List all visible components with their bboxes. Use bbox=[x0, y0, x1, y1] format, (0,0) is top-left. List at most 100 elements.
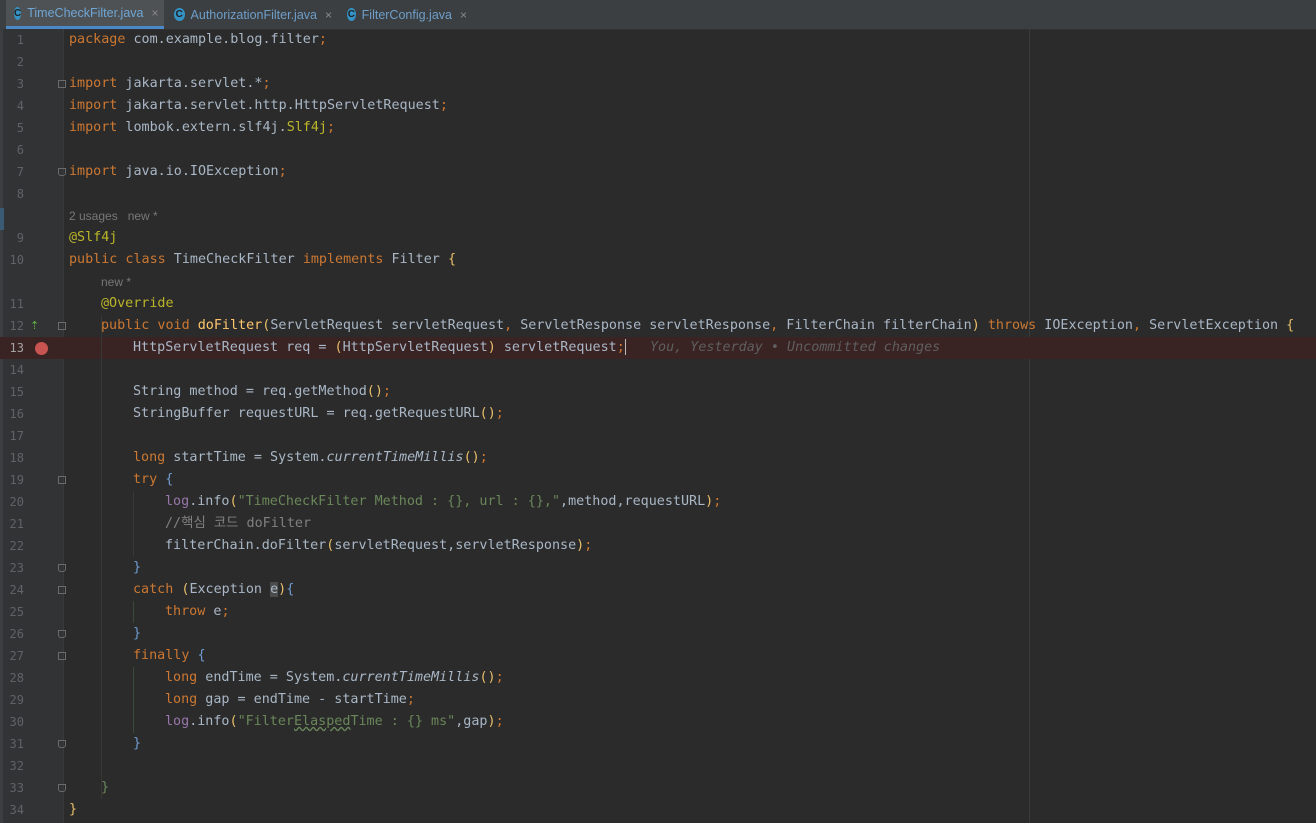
code-text: ServletResponse servletResponse bbox=[512, 318, 771, 333]
code-line[interactable]: long startTime = System.currentTimeMilli… bbox=[0, 447, 1316, 469]
semicolon: ; bbox=[616, 340, 625, 355]
semicolon: ; bbox=[327, 120, 336, 135]
semicolon: ; bbox=[262, 76, 271, 91]
tab-label: TimeCheckFilter.java bbox=[27, 6, 144, 20]
line-number[interactable]: 14 bbox=[0, 359, 24, 381]
code-line[interactable]: package com.example.blog.filter; bbox=[0, 29, 1316, 51]
annotation: @Override bbox=[101, 296, 174, 311]
line-number[interactable]: 6 bbox=[0, 139, 24, 161]
annotation: @Slf4j bbox=[69, 230, 118, 245]
line-number[interactable]: 8 bbox=[0, 183, 24, 205]
code-text: jakarta.servlet.* bbox=[117, 76, 263, 91]
tab-timecheckfilter[interactable]: C TimeCheckFilter.java × bbox=[6, 0, 164, 29]
keyword: throw bbox=[165, 604, 206, 619]
code-text: HttpServletRequest req = bbox=[133, 340, 335, 355]
code-text: String method = req.getMethod bbox=[133, 384, 367, 399]
code-text: ServletException bbox=[1141, 318, 1287, 333]
code-line[interactable]: HttpServletRequest req = (HttpServletReq… bbox=[0, 337, 1316, 359]
keyword: import bbox=[69, 76, 118, 91]
semicolon: ; bbox=[584, 538, 593, 553]
keyword: long bbox=[165, 692, 198, 707]
field: log bbox=[165, 494, 190, 509]
keyword: import bbox=[69, 164, 118, 179]
code-text: servletRequest,servletResponse bbox=[334, 538, 577, 553]
tab-authorizationfilter[interactable]: C AuthorizationFilter.java × bbox=[166, 0, 340, 29]
code-line[interactable]: throw e; bbox=[0, 601, 1316, 623]
code-text: com.example.blog.filter bbox=[125, 32, 319, 47]
code-line[interactable]: import jakarta.servlet.http.HttpServletR… bbox=[0, 95, 1316, 117]
code-line[interactable]: log.info("TimeCheckFilter Method : {}, u… bbox=[0, 491, 1316, 513]
code-text: e bbox=[270, 582, 279, 597]
code-text: gap = endTime - startTime bbox=[197, 692, 407, 707]
code-text: e bbox=[205, 604, 222, 619]
code-text: Exception bbox=[189, 582, 271, 597]
code-text: jakarta.servlet.http.HttpServletRequest bbox=[117, 98, 440, 113]
keyword: import bbox=[69, 98, 118, 113]
semicolon: ; bbox=[439, 98, 448, 113]
code-line[interactable]: log.info("FilterElaspedTime : {} ms",gap… bbox=[0, 711, 1316, 733]
code-line[interactable]: try { bbox=[0, 469, 1316, 491]
code-line[interactable]: filterChain.doFilter(servletRequest,serv… bbox=[0, 535, 1316, 557]
java-class-icon: C bbox=[174, 8, 185, 21]
close-tab-icon[interactable]: × bbox=[151, 6, 158, 20]
code-text: servletRequest bbox=[495, 340, 617, 355]
code-line[interactable]: @Override bbox=[0, 293, 1316, 315]
code-line[interactable]: public void doFilter(ServletRequest serv… bbox=[0, 315, 1316, 337]
code-text: HttpServletRequest bbox=[342, 340, 488, 355]
line-number[interactable]: 2 bbox=[0, 51, 24, 73]
typo-underline: Elasped bbox=[294, 714, 351, 729]
code-text: IOException bbox=[1036, 318, 1133, 333]
code-line[interactable]: //핵심 코드 doFilter bbox=[0, 513, 1316, 535]
code-line[interactable]: } bbox=[0, 799, 1316, 821]
line-number[interactable]: 32 bbox=[0, 755, 24, 777]
code-line[interactable]: catch (Exception e){ bbox=[0, 579, 1316, 601]
code-line[interactable]: long endTime = System.currentTimeMillis(… bbox=[0, 667, 1316, 689]
code-line[interactable]: @Slf4j bbox=[0, 227, 1316, 249]
code-line[interactable]: } bbox=[0, 777, 1316, 799]
keyword: import bbox=[69, 120, 118, 135]
method-name: doFilter bbox=[189, 318, 263, 333]
string-literal: "Filter bbox=[237, 714, 294, 729]
code-line[interactable]: import jakarta.servlet.*; bbox=[0, 73, 1316, 95]
close-tab-icon[interactable]: × bbox=[460, 8, 467, 22]
code-text: Filter bbox=[383, 252, 448, 267]
code-line[interactable]: import lombok.extern.slf4j.Slf4j; bbox=[0, 117, 1316, 139]
keyword: public bbox=[101, 318, 150, 333]
semicolon: ; bbox=[495, 406, 504, 421]
keyword: throws bbox=[979, 318, 1037, 333]
keyword: package bbox=[69, 32, 126, 47]
code-text: .info bbox=[189, 494, 230, 509]
keyword: finally bbox=[133, 648, 190, 663]
java-class-icon: C bbox=[347, 8, 356, 21]
class-name: TimeCheckFilter bbox=[165, 252, 303, 267]
keyword: implements bbox=[302, 252, 384, 267]
code-line[interactable]: public class TimeCheckFilter implements … bbox=[0, 249, 1316, 271]
code-text: .info bbox=[189, 714, 230, 729]
keyword: class bbox=[117, 252, 166, 267]
code-line[interactable]: } bbox=[0, 623, 1316, 645]
static-method: currentTimeMillis bbox=[342, 670, 480, 685]
usages-hint[interactable]: 2 usages new * bbox=[69, 205, 158, 227]
field: log bbox=[165, 714, 190, 729]
semicolon: ; bbox=[495, 670, 504, 685]
code-text: lombok.extern.slf4j. bbox=[117, 120, 287, 135]
tab-label: AuthorizationFilter.java bbox=[190, 7, 317, 22]
code-line[interactable]: String method = req.getMethod(); bbox=[0, 381, 1316, 403]
code-text: StringBuffer requestURL = req.getRequest… bbox=[133, 406, 480, 421]
code-line[interactable]: StringBuffer requestURL = req.getRequest… bbox=[0, 403, 1316, 425]
code-line[interactable]: } bbox=[0, 557, 1316, 579]
code-line[interactable]: long gap = endTime - startTime; bbox=[0, 689, 1316, 711]
close-tab-icon[interactable]: × bbox=[325, 8, 332, 22]
code-line[interactable]: } bbox=[0, 733, 1316, 755]
new-hint[interactable]: new * bbox=[101, 271, 131, 293]
code-line[interactable]: finally { bbox=[0, 645, 1316, 667]
tab-label: FilterConfig.java bbox=[361, 7, 452, 22]
string-literal: "TimeCheckFilter Method : {}, url : {}," bbox=[237, 494, 561, 509]
line-number[interactable]: 17 bbox=[0, 425, 24, 447]
annotation: Slf4j bbox=[286, 120, 327, 135]
semicolon: ; bbox=[382, 384, 391, 399]
code-text: FilterChain filterChain bbox=[778, 318, 972, 333]
tab-filterconfig[interactable]: C FilterConfig.java × bbox=[339, 0, 475, 29]
code-line[interactable]: import java.io.IOException; bbox=[0, 161, 1316, 183]
git-blame-annotation[interactable]: You, Yesterday • Uncommitted changes bbox=[650, 340, 940, 355]
